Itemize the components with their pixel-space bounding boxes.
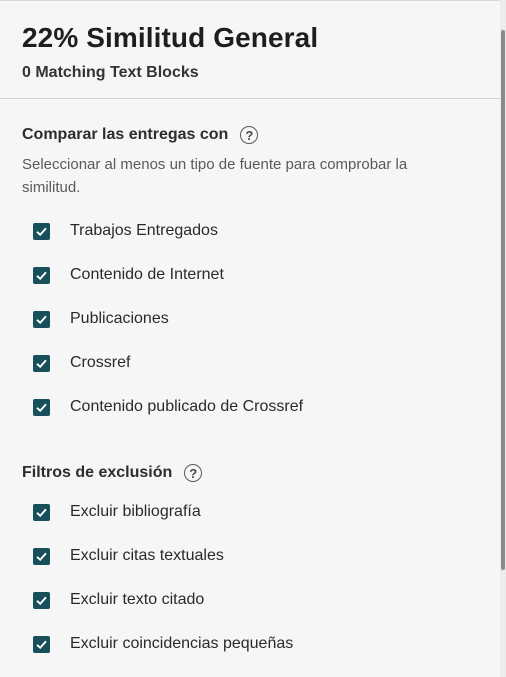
option-publicaciones[interactable]: Publicaciones xyxy=(22,297,500,341)
option-label: Contenido de Internet xyxy=(70,266,224,283)
option-label: Publicaciones xyxy=(70,310,169,327)
option-excluir-bibliografia[interactable]: Excluir bibliografía xyxy=(22,490,500,534)
checkbox-checked[interactable] xyxy=(33,266,50,284)
option-label: Excluir citas textuales xyxy=(70,547,224,564)
filters-heading-row: Filtros de exclusión ? xyxy=(22,464,500,482)
compare-heading-row: Comparar las entregas con ? xyxy=(22,126,500,144)
checkbox-checked[interactable] xyxy=(33,310,50,328)
option-crossref[interactable]: Crossref xyxy=(22,341,500,385)
option-label: Trabajos Entregados xyxy=(70,222,218,239)
compare-options: Trabajos Entregados Contenido de Interne… xyxy=(22,209,500,429)
matching-blocks-count: 0 Matching Text Blocks xyxy=(22,64,199,81)
filter-options: Excluir bibliografía Excluir citas textu… xyxy=(22,490,500,666)
scrollbar-thumb[interactable] xyxy=(501,30,505,570)
filters-section: Filtros de exclusión ? Excluir bibliogra… xyxy=(0,464,500,666)
compare-section: Comparar las entregas con ? Seleccionar … xyxy=(0,126,500,429)
option-label: Excluir coincidencias pequeñas xyxy=(70,635,294,652)
checkbox-checked[interactable] xyxy=(33,547,50,565)
option-excluir-texto-citado[interactable]: Excluir texto citado xyxy=(22,578,500,622)
panel-header: 22% Similitud General 0 Matching Text Bl… xyxy=(0,1,500,99)
checkbox-checked[interactable] xyxy=(33,222,50,240)
checkbox-checked[interactable] xyxy=(33,503,50,521)
checkbox-checked[interactable] xyxy=(33,398,50,416)
option-label: Excluir texto citado xyxy=(70,591,205,608)
scrollbar[interactable] xyxy=(500,0,506,677)
compare-description: Seleccionar al menos un tipo de fuente p… xyxy=(22,156,408,196)
checkbox-checked[interactable] xyxy=(33,591,50,609)
option-label: Contenido publicado de Crossref xyxy=(70,398,304,415)
option-crossref-publicado[interactable]: Contenido publicado de Crossref xyxy=(22,385,500,429)
compare-heading: Comparar las entregas con xyxy=(22,126,229,143)
question-circle-icon[interactable]: ? xyxy=(184,464,203,482)
filters-heading: Filtros de exclusión xyxy=(22,464,173,481)
option-excluir-citas[interactable]: Excluir citas textuales xyxy=(22,534,500,578)
option-contenido-internet[interactable]: Contenido de Internet xyxy=(22,253,500,297)
page-title: 22% Similitud General xyxy=(22,22,319,53)
option-trabajos-entregados[interactable]: Trabajos Entregados xyxy=(22,209,500,253)
option-label: Excluir bibliografía xyxy=(70,503,201,520)
option-label: Crossref xyxy=(70,354,131,371)
question-circle-icon[interactable]: ? xyxy=(240,126,259,144)
checkbox-checked[interactable] xyxy=(33,354,50,372)
option-excluir-coincidencias[interactable]: Excluir coincidencias pequeñas xyxy=(22,622,500,666)
similarity-panel: 22% Similitud General 0 Matching Text Bl… xyxy=(0,0,500,677)
checkbox-checked[interactable] xyxy=(33,635,50,653)
